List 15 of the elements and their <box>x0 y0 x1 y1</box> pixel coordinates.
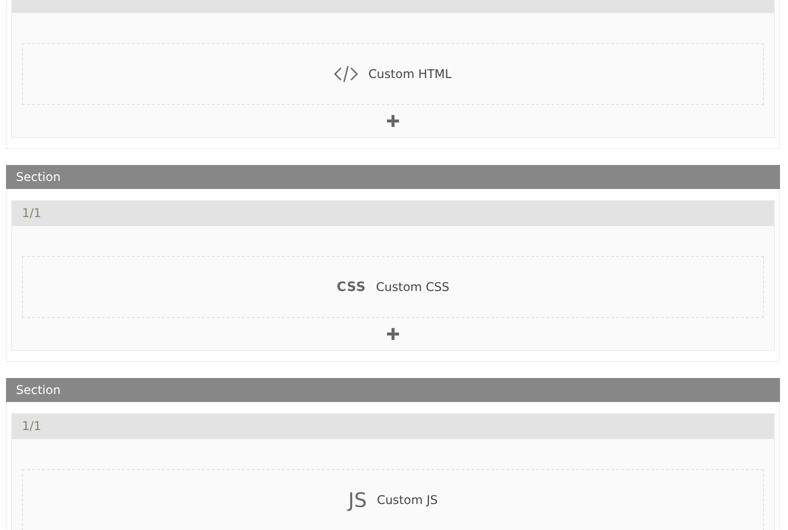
add-button[interactable] <box>387 115 399 127</box>
element-label: Custom JS <box>376 493 438 507</box>
element-block[interactable]: Custom HTML <box>22 43 764 105</box>
element-label: Custom CSS <box>376 280 450 294</box>
section-header: Section <box>6 165 780 189</box>
css-icon: CSS <box>336 280 366 294</box>
element-block[interactable]: CSS Custom CSS <box>22 256 764 318</box>
column-label: 1/1 <box>22 419 42 433</box>
section-header: Section <box>6 378 780 402</box>
add-button[interactable] <box>387 328 399 340</box>
element-label: Custom HTML <box>368 67 452 81</box>
code-icon <box>334 65 358 83</box>
element-block[interactable]: JS Custom JS <box>22 469 764 530</box>
column-label: 1/1 <box>22 206 42 220</box>
js-icon: JS <box>348 488 367 512</box>
